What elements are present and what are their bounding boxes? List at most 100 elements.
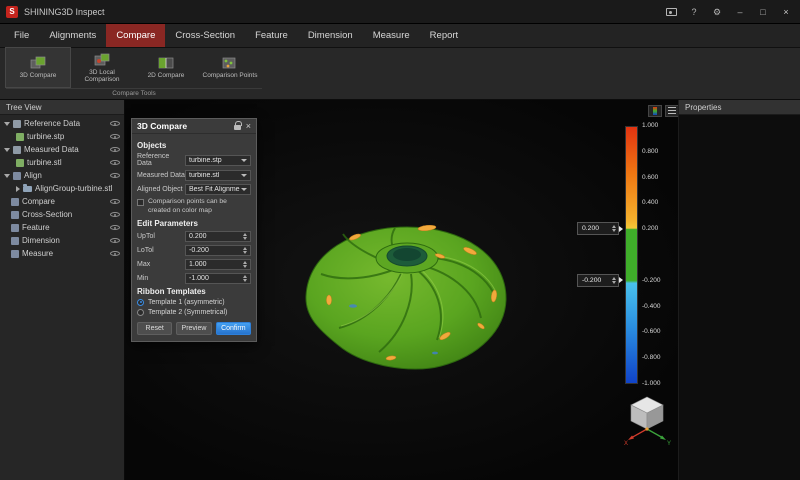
radio-label: Template 1 (asymmetric) [148, 299, 225, 306]
min-input[interactable]: -1.000 [185, 273, 251, 284]
spin-up-icon[interactable] [612, 225, 616, 228]
menu-compare[interactable]: Compare [106, 24, 165, 47]
visibility-eye-icon[interactable] [110, 145, 120, 154]
tool-3d-compare[interactable]: 3D Compare [6, 48, 70, 87]
colorbar-tick: -0.600 [642, 328, 660, 335]
spin-down-icon[interactable] [243, 251, 247, 254]
colorbar-tick: -0.800 [642, 354, 660, 361]
colorbar-tick: -1.000 [642, 380, 660, 387]
spin-up-icon[interactable] [243, 261, 247, 264]
spin-down-icon[interactable] [243, 237, 247, 240]
menu-dimension[interactable]: Dimension [298, 24, 363, 47]
visibility-eye-icon[interactable] [110, 249, 120, 258]
tool-comparison-points[interactable]: Comparison Points [198, 48, 262, 87]
confirm-button[interactable]: Confirm [216, 322, 251, 335]
3d-compare-dialog: 3D Compare × Objects Reference Data turb… [131, 118, 257, 342]
visibility-eye-icon[interactable] [110, 171, 120, 180]
caret-down-icon[interactable] [4, 174, 10, 178]
3d-compare-icon [29, 55, 47, 71]
turbine-model[interactable] [293, 206, 521, 384]
maximize-button[interactable]: □ [757, 6, 769, 18]
compare-icon [11, 198, 19, 206]
x-axis-label: X [624, 441, 628, 446]
menu-measure[interactable]: Measure [363, 24, 420, 47]
dialog-close-icon[interactable]: × [246, 122, 251, 131]
tree-item-aligngroup-turbine[interactable]: AlignGroup-turbine.stl [0, 182, 124, 195]
tool-2d-compare[interactable]: 2D Compare [134, 48, 198, 87]
caret-down-icon[interactable] [4, 148, 10, 152]
spin-down-icon[interactable] [612, 229, 616, 232]
menu-report[interactable]: Report [420, 24, 469, 47]
visibility-eye-icon[interactable] [110, 158, 120, 167]
menu-feature[interactable]: Feature [245, 24, 298, 47]
tree-item-feature[interactable]: Feature [0, 221, 124, 234]
caret-down-icon[interactable] [4, 122, 10, 126]
field-label: Reference Data [137, 153, 185, 167]
help-icon[interactable]: ? [688, 6, 700, 18]
close-button[interactable]: × [780, 6, 792, 18]
spin-up-icon[interactable] [243, 233, 247, 236]
spin-up-icon[interactable] [243, 247, 247, 250]
checkbox-label: Comparison points can be created on colo… [148, 198, 251, 216]
upper-tolerance-value: 0.200 [582, 225, 599, 232]
tree-item-dimension[interactable]: Dimension [0, 234, 124, 247]
colorbar-toggle-icon[interactable] [648, 105, 662, 117]
param-label: Max [137, 261, 185, 268]
pin-lock-icon[interactable] [234, 125, 241, 130]
lotol-input[interactable]: -0.200 [185, 245, 251, 256]
tree-item-measure[interactable]: Measure [0, 247, 124, 260]
visibility-eye-icon[interactable] [110, 210, 120, 219]
spin-down-icon[interactable] [243, 279, 247, 282]
display-settings-icon[interactable] [665, 105, 678, 117]
tree-item-compare[interactable]: Compare [0, 195, 124, 208]
cast-icon[interactable] [666, 8, 677, 16]
aligned-object-select[interactable]: Best Fit Alignme [185, 184, 251, 195]
visibility-eye-icon[interactable] [110, 236, 120, 245]
hub-bore-shadow [393, 248, 421, 261]
spin-up-icon[interactable] [243, 275, 247, 278]
menu-cross-section[interactable]: Cross-Section [165, 24, 245, 47]
deviation-colorbar[interactable] [625, 126, 638, 384]
dialog-header[interactable]: 3D Compare × [132, 119, 256, 134]
lower-tolerance-input[interactable]: -0.200 [577, 274, 619, 287]
tree-item-turbine-stl[interactable]: turbine.stl [0, 156, 124, 169]
menu-file[interactable]: File [4, 24, 39, 47]
upper-tolerance-input[interactable]: 0.200 [577, 222, 619, 235]
chevron-down-icon [241, 159, 247, 162]
visibility-eye-icon[interactable] [110, 132, 120, 141]
template1-radio[interactable] [137, 299, 144, 306]
3d-viewport[interactable]: 1.000 0.800 0.600 0.400 0.200 -0.200 -0.… [125, 100, 678, 480]
tree-item-turbine-stp[interactable]: turbine.stp [0, 130, 124, 143]
dataset-icon [13, 146, 21, 154]
spin-up-icon[interactable] [612, 277, 616, 280]
tool-3d-local-comparison[interactable]: 3D Local Comparison [70, 48, 134, 87]
visibility-eye-icon[interactable] [110, 223, 120, 232]
measured-data-select[interactable]: turbine.stl [185, 170, 251, 181]
section-edit-parameters: Edit Parameters [137, 219, 251, 228]
spin-down-icon[interactable] [612, 281, 616, 284]
y-axis-label: Y [667, 441, 671, 446]
visibility-eye-icon[interactable] [110, 197, 120, 206]
minimize-button[interactable]: – [734, 6, 746, 18]
settings-gear-icon[interactable]: ⚙ [711, 6, 723, 18]
uptol-input[interactable]: 0.200 [185, 231, 251, 242]
caret-right-icon[interactable] [16, 186, 20, 192]
tree-item-align[interactable]: Align [0, 169, 124, 182]
tree-label: Reference Data [24, 119, 80, 128]
tree-item-measured-data[interactable]: Measured Data [0, 143, 124, 156]
visibility-eye-icon[interactable] [110, 119, 120, 128]
param-value: 0.200 [189, 233, 207, 240]
tree-item-cross-section[interactable]: Cross-Section [0, 208, 124, 221]
y-axis [647, 429, 663, 438]
max-input[interactable]: 1.000 [185, 259, 251, 270]
preview-button[interactable]: Preview [176, 322, 211, 335]
reset-button[interactable]: Reset [137, 322, 172, 335]
template2-radio[interactable] [137, 309, 144, 316]
navigation-cube[interactable]: X Y [622, 390, 674, 446]
tree-item-reference-data[interactable]: Reference Data [0, 117, 124, 130]
comparison-points-checkbox[interactable] [137, 199, 144, 206]
file-icon [16, 133, 24, 141]
spin-down-icon[interactable] [243, 265, 247, 268]
reference-data-select[interactable]: turbine.stp [185, 155, 251, 166]
menu-alignments[interactable]: Alignments [39, 24, 106, 47]
